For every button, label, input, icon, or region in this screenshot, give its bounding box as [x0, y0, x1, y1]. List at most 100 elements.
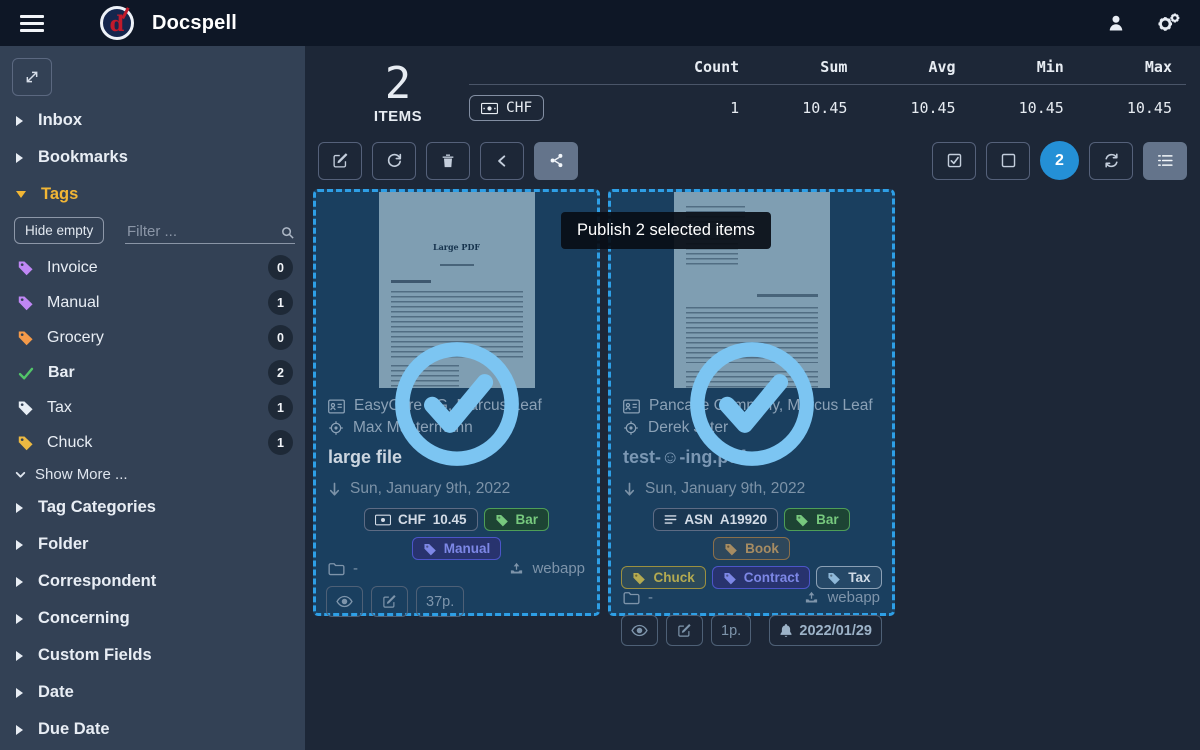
bell-icon [779, 623, 793, 638]
tag-icon [632, 571, 646, 585]
chevron-down-icon [14, 468, 27, 481]
tag-count-badge: 1 [268, 430, 293, 455]
tag-icon [17, 294, 34, 311]
caret-down-icon [16, 191, 26, 198]
item-card-test-ing[interactable]: Pancake Company, Marcus Leaf Derek Jeter… [608, 189, 895, 616]
preview-eye-button[interactable] [621, 615, 658, 646]
item-card-large-file[interactable]: Large PDF [313, 189, 600, 616]
stat-avg: 10.45 [861, 99, 969, 117]
edit-item-button[interactable] [371, 586, 408, 617]
sidebar-item-folder[interactable]: Folder [0, 526, 305, 563]
source-field: webapp [804, 589, 880, 606]
user-icon[interactable] [1106, 13, 1126, 33]
edit-item-button[interactable] [666, 615, 703, 646]
upload-icon [804, 590, 819, 605]
due-date-button[interactable]: 2022/01/29 [769, 615, 882, 646]
tag-item-tax[interactable]: Tax 1 [0, 390, 305, 425]
collapse-sidebar-button[interactable] [12, 58, 52, 96]
tag-icon [17, 399, 34, 416]
previous-page-button[interactable] [480, 142, 524, 180]
folder-field[interactable]: - [623, 589, 653, 606]
tag-icon [495, 513, 509, 527]
edit-selected-button[interactable] [318, 142, 362, 180]
sidebar-item-concerning[interactable]: Concerning [0, 600, 305, 637]
tag-badge-bar[interactable]: Bar [484, 508, 550, 531]
selection-count-badge[interactable]: 2 [1040, 141, 1079, 180]
crosshair-icon [328, 420, 344, 436]
item-date-line: Sun, January 9th, 2022 [316, 468, 597, 498]
topbar: d Docspell [0, 0, 1200, 46]
col-count: Count [645, 58, 753, 76]
tag-icon [17, 259, 34, 276]
stat-sum: 10.45 [753, 99, 861, 117]
stats-panel: 2 ITEMS Count Sum Avg Min Max [305, 46, 1200, 131]
tag-badge-tax[interactable]: Tax [816, 566, 881, 589]
sidebar-item-due-date[interactable]: Due Date [0, 711, 305, 748]
currency-chip[interactable]: CHF [469, 95, 544, 121]
asn-badge[interactable]: ASN A19920 [653, 508, 778, 531]
tag-count-badge: 0 [268, 255, 293, 280]
sidebar-item-correspondent[interactable]: Correspondent [0, 563, 305, 600]
preview-eye-button[interactable] [326, 586, 363, 617]
tag-icon [827, 571, 841, 585]
sidebar-item-custom-fields[interactable]: Custom Fields [0, 637, 305, 674]
caret-right-icon [16, 116, 23, 126]
tag-badge-book[interactable]: Book [713, 537, 790, 560]
page-count-button[interactable]: 37p. [416, 586, 464, 617]
page-count-button[interactable]: 1p. [711, 615, 751, 646]
sidebar-item-tag-categories[interactable]: Tag Categories [0, 489, 305, 526]
delete-button[interactable] [426, 142, 470, 180]
tag-item-chuck[interactable]: Chuck 1 [0, 425, 305, 460]
gears-icon[interactable] [1156, 12, 1180, 34]
tag-item-manual[interactable]: Manual 1 [0, 285, 305, 320]
folder-field[interactable]: - [328, 560, 358, 577]
tag-badge-bar[interactable]: Bar [784, 508, 850, 531]
share-button[interactable] [534, 142, 578, 180]
col-avg: Avg [861, 58, 969, 76]
docspell-logo: d [100, 6, 134, 40]
col-min: Min [970, 58, 1078, 76]
tag-badge-manual[interactable]: Manual [412, 537, 502, 560]
amount-badge[interactable]: CHF 10.45 [364, 508, 478, 531]
sidebar-item-date[interactable]: Date [0, 674, 305, 711]
tag-item-grocery[interactable]: Grocery 0 [0, 320, 305, 355]
tag-item-invoice[interactable]: Invoice 0 [0, 250, 305, 285]
id-card-icon [623, 399, 640, 414]
caret-right-icon [16, 614, 23, 624]
sidebar-item-tags[interactable]: Tags [0, 176, 305, 213]
tag-filter-input[interactable] [125, 220, 295, 244]
restore-button[interactable] [372, 142, 416, 180]
id-card-icon [328, 399, 345, 414]
main-content: 2 ITEMS Count Sum Avg Min Max [305, 46, 1200, 750]
selected-check-icon [686, 338, 818, 470]
list-view-button[interactable] [1143, 142, 1187, 180]
select-all-button[interactable] [932, 142, 976, 180]
caret-right-icon [16, 577, 23, 587]
tag-icon [423, 542, 437, 556]
arrow-down-icon [623, 482, 636, 497]
refresh-button[interactable] [1089, 142, 1133, 180]
sidebar-item-bookmarks[interactable]: Bookmarks [0, 139, 305, 176]
tag-item-bar[interactable]: Bar 2 [0, 355, 305, 390]
tag-badge-contract[interactable]: Contract [712, 566, 811, 589]
tag-icon [17, 329, 34, 346]
deselect-all-button[interactable] [986, 142, 1030, 180]
stat-max: 10.45 [1078, 99, 1186, 117]
app-title: Docspell [152, 12, 237, 35]
tag-badge-chuck[interactable]: Chuck [621, 566, 705, 589]
col-max: Max [1078, 58, 1186, 76]
money-icon [375, 514, 391, 526]
stats-row-chf: CHF 1 10.45 10.45 10.45 10.45 [469, 85, 1186, 121]
crosshair-icon [623, 420, 639, 436]
item-date-line: Sun, January 9th, 2022 [611, 468, 892, 498]
hide-empty-button[interactable]: Hide empty [14, 217, 104, 244]
upload-icon [509, 561, 524, 576]
stat-min: 10.45 [970, 99, 1078, 117]
menu-icon[interactable] [20, 15, 44, 32]
sidebar-item-inbox[interactable]: Inbox [0, 102, 305, 139]
tag-icon [723, 571, 737, 585]
items-label: ITEMS [355, 108, 441, 125]
show-more-tags[interactable]: Show More ... [0, 460, 305, 489]
tag-count-badge: 2 [268, 360, 293, 385]
folder-icon [623, 591, 640, 605]
